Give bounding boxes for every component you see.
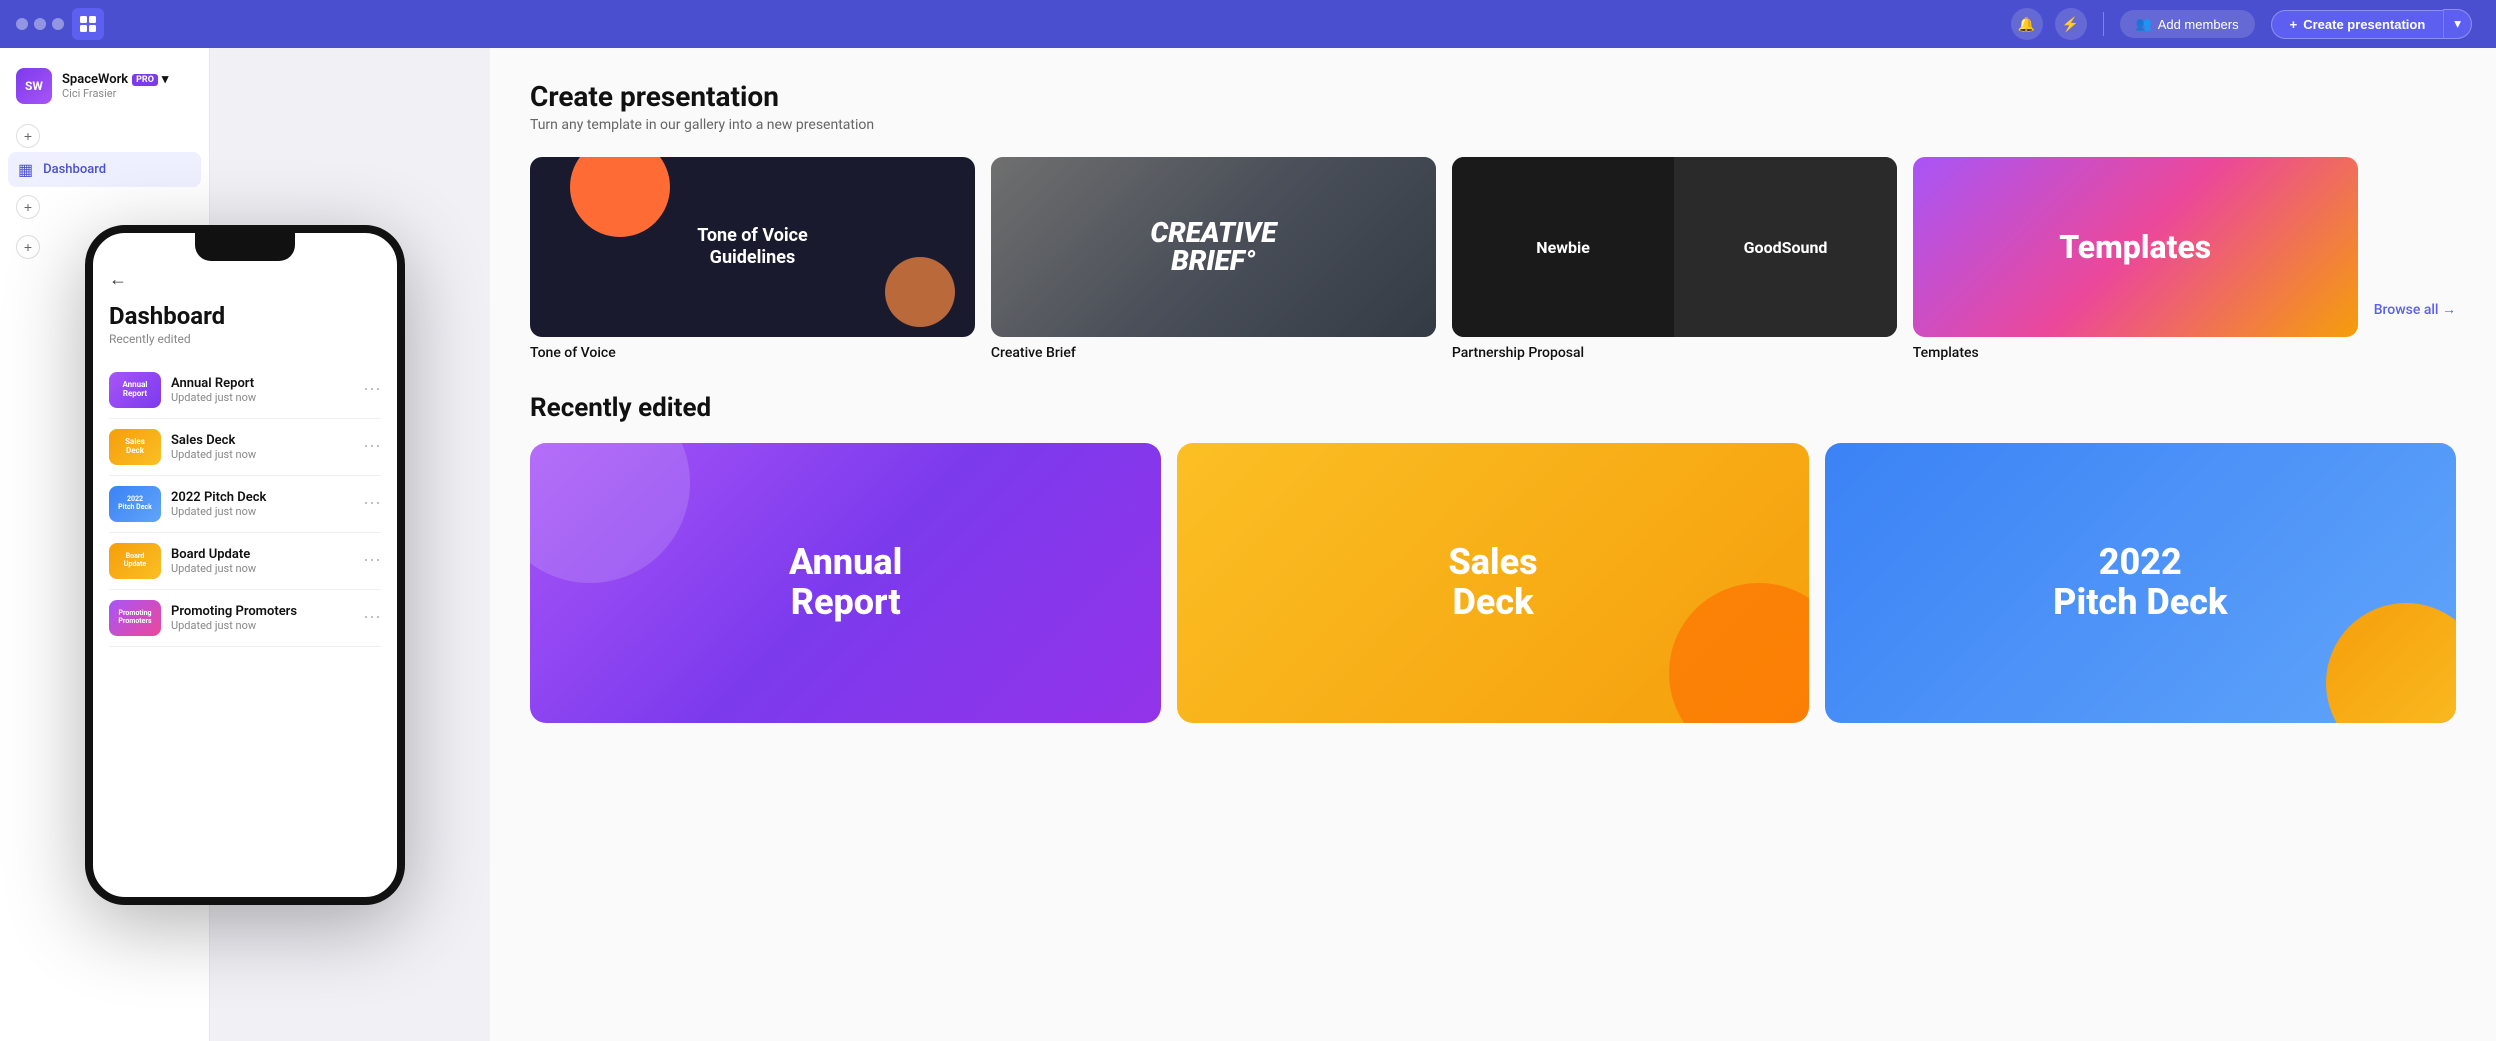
plus-icon: + xyxy=(2290,17,2298,32)
list-item[interactable]: 2022Pitch Deck 2022 Pitch Deck Updated j… xyxy=(109,476,381,533)
item-name: Annual Report xyxy=(171,376,353,391)
phone-back-button[interactable]: ← xyxy=(109,269,381,290)
topbar-right: 🔔 ⚡ 👥 Add members + Create presentation … xyxy=(210,8,2496,40)
item-menu-button[interactable]: ⋯ xyxy=(363,379,381,400)
item-info: Annual Report Updated just now xyxy=(171,376,353,404)
item-info: 2022 Pitch Deck Updated just now xyxy=(171,490,353,518)
app-layout: SW SpaceWork PRO ▾ Cici Frasier + ▦ Dash… xyxy=(0,0,2496,1041)
main-content: Create presentation Turn any template in… xyxy=(490,48,2496,1041)
recent-card-pitch[interactable]: 2022Pitch Deck xyxy=(1825,443,2456,723)
board-thumb: BoardUpdate xyxy=(109,543,161,579)
recent-card-sales[interactable]: SalesDeck xyxy=(1177,443,1808,723)
item-menu-button[interactable]: ⋯ xyxy=(363,493,381,514)
annual-circle xyxy=(530,443,690,583)
template-card-partnership[interactable]: Newbie GoodSound Partnership Proposal xyxy=(1452,157,1897,361)
creative-text: CREATIVEBRIEF° xyxy=(1150,219,1276,275)
browse-all-link[interactable]: Browse all → xyxy=(2374,201,2456,318)
partnership-thumb: Newbie GoodSound xyxy=(1452,157,1897,337)
item-menu-button[interactable]: ⋯ xyxy=(363,550,381,571)
topbar-actions: 🔔 ⚡ xyxy=(2011,8,2087,40)
sales-text: SalesDeck xyxy=(1432,527,1553,638)
window-maximize[interactable] xyxy=(52,18,64,30)
item-info: Board Update Updated just now xyxy=(171,547,353,575)
tone-circle1 xyxy=(570,157,670,237)
pitch-thumb: 2022Pitch Deck xyxy=(109,486,161,522)
list-item[interactable]: BoardUpdate Board Update Updated just no… xyxy=(109,533,381,590)
notifications-button[interactable]: 🔔 xyxy=(2011,8,2043,40)
item-time: Updated just now xyxy=(171,505,353,518)
list-item[interactable]: PromotingPromoters Promoting Promoters U… xyxy=(109,590,381,647)
topbar: 🔔 ⚡ 👥 Add members + Create presentation … xyxy=(0,0,2496,48)
phone-title: Dashboard xyxy=(109,302,381,330)
annual-text: AnnualReport xyxy=(773,527,918,638)
partnership-left: Newbie xyxy=(1536,238,1590,257)
item-name: Board Update xyxy=(171,547,353,562)
phone-notch xyxy=(195,233,295,261)
list-item[interactable]: SalesDeck Sales Deck Updated just now ⋯ xyxy=(109,419,381,476)
item-info: Sales Deck Updated just now xyxy=(171,433,353,461)
pitch-shape xyxy=(2326,603,2456,723)
item-menu-button[interactable]: ⋯ xyxy=(363,607,381,628)
item-name: Sales Deck xyxy=(171,433,353,448)
window-controls xyxy=(16,18,64,30)
templates-grid: Tone of VoiceGuidelines Tone of Voice CR… xyxy=(530,157,2456,361)
sales-circle xyxy=(1669,583,1809,723)
sales-thumb: SalesDeck xyxy=(109,429,161,465)
app-icon[interactable] xyxy=(72,8,104,40)
item-name: 2022 Pitch Deck xyxy=(171,490,353,505)
phone-area: ← Dashboard Recently edited AnnualReport… xyxy=(0,48,490,1041)
item-time: Updated just now xyxy=(171,562,353,575)
list-item[interactable]: AnnualReport Annual Report Updated just … xyxy=(109,362,381,419)
phone-mockup: ← Dashboard Recently edited AnnualReport… xyxy=(85,225,405,905)
tone-thumb: Tone of VoiceGuidelines xyxy=(530,157,975,337)
create-label: Create presentation xyxy=(2303,17,2425,32)
add-members-label: Add members xyxy=(2158,17,2239,32)
partnership-right: GoodSound xyxy=(1744,238,1828,257)
recently-edited-title: Recently edited xyxy=(530,393,2456,423)
item-time: Updated just now xyxy=(171,391,353,404)
lightning-button[interactable]: ⚡ xyxy=(2055,8,2087,40)
add-members-button[interactable]: 👥 Add members xyxy=(2120,10,2255,38)
tone-circle2 xyxy=(885,257,955,327)
tone-label: Tone of Voice xyxy=(530,345,975,361)
pitch-text: 2022Pitch Deck xyxy=(2037,527,2243,638)
templates-text: Templates xyxy=(2059,228,2211,266)
creative-thumb: CREATIVEBRIEF° xyxy=(991,157,1436,337)
promoting-thumb: PromotingPromoters xyxy=(109,600,161,636)
grid-icon xyxy=(79,15,97,33)
recent-card-annual[interactable]: AnnualReport xyxy=(530,443,1161,723)
create-subtitle: Turn any template in our gallery into a … xyxy=(530,117,2456,133)
create-presentation-button[interactable]: + Create presentation xyxy=(2271,10,2444,39)
templates-thumb: Templates xyxy=(1913,157,2358,337)
item-name: Promoting Promoters xyxy=(171,604,353,619)
templates-label: Templates xyxy=(1913,345,1979,361)
tone-text: Tone of VoiceGuidelines xyxy=(681,209,824,284)
item-time: Updated just now xyxy=(171,448,353,461)
item-menu-button[interactable]: ⋯ xyxy=(363,436,381,457)
template-card-creative[interactable]: CREATIVEBRIEF° Creative Brief xyxy=(991,157,1436,361)
item-time: Updated just now xyxy=(171,619,353,632)
template-card-templates[interactable]: Templates Templates xyxy=(1913,157,2358,361)
window-close[interactable] xyxy=(16,18,28,30)
partnership-label: Partnership Proposal xyxy=(1452,345,1897,361)
phone-content: ← Dashboard Recently edited AnnualReport… xyxy=(93,233,397,897)
template-card-tone[interactable]: Tone of VoiceGuidelines Tone of Voice xyxy=(530,157,975,361)
create-dropdown-button[interactable]: ▾ xyxy=(2443,9,2472,39)
annual-thumb: AnnualReport xyxy=(109,372,161,408)
window-minimize[interactable] xyxy=(34,18,46,30)
topbar-left xyxy=(0,8,210,40)
item-info: Promoting Promoters Updated just now xyxy=(171,604,353,632)
add-members-icon: 👥 xyxy=(2136,16,2152,32)
phone-subtitle: Recently edited xyxy=(109,332,381,346)
creative-label: Creative Brief xyxy=(991,345,1436,361)
recent-grid: AnnualReport SalesDeck 2022Pitch Deck xyxy=(530,443,2456,723)
create-title: Create presentation xyxy=(530,80,2456,113)
